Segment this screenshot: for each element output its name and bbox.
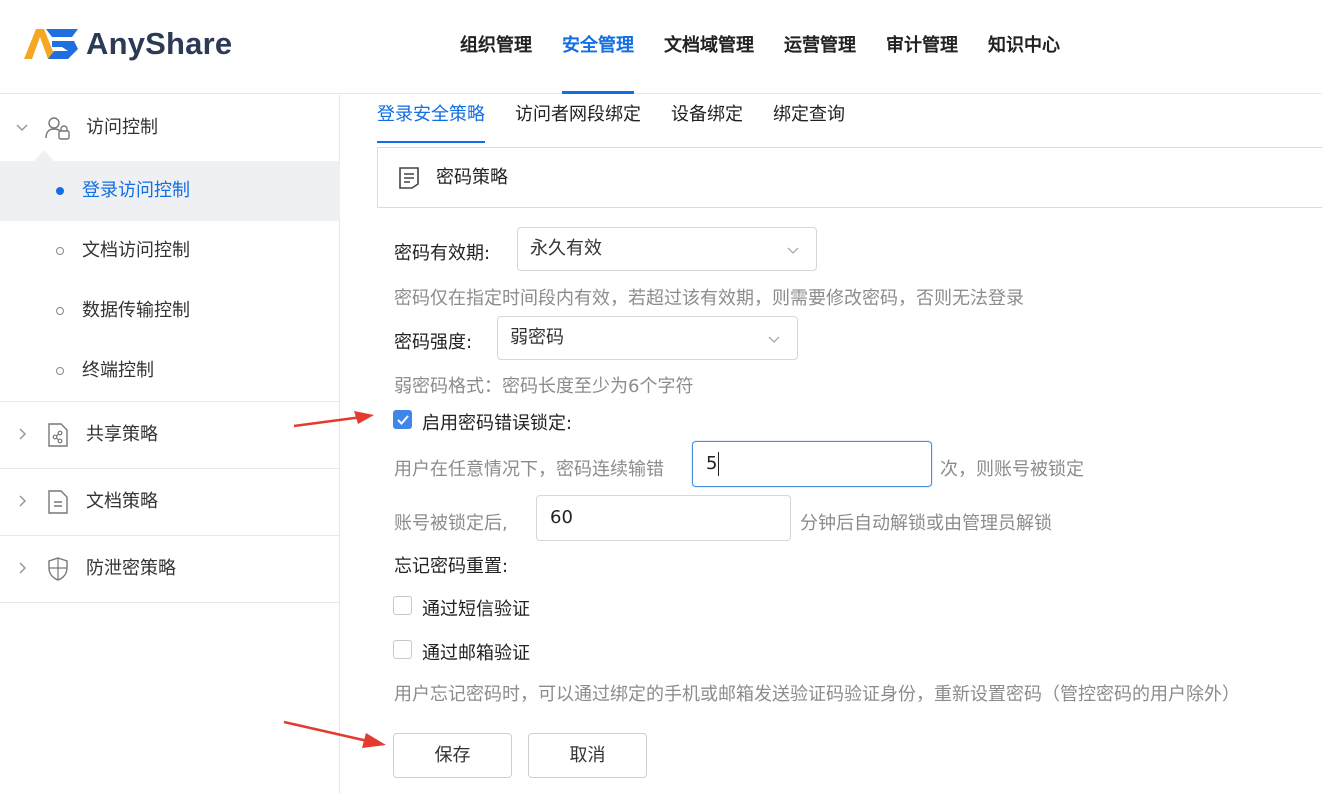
lockout-prefix-text: 用户在任意情况下，密码连续输错 bbox=[394, 459, 664, 480]
strength-select[interactable]: 弱密码 bbox=[497, 316, 798, 360]
share-document-icon bbox=[48, 423, 68, 447]
top-header: AnyShare 组织管理 安全管理 文档域管理 运营管理 审计管理 知识中心 bbox=[0, 0, 1322, 94]
sidebar-group-share-policy: 共享策略 bbox=[0, 402, 340, 469]
validity-hint: 密码仅在指定时间段内有效，若超过该有效期，则需要修改密码，否则无法登录 bbox=[394, 288, 1024, 309]
sidebar-item-data-transfer-control[interactable]: 数据传输控制 bbox=[0, 281, 340, 341]
sidebar-item-terminal-control[interactable]: 终端控制 bbox=[0, 341, 340, 401]
nav-operations-management[interactable]: 运营管理 bbox=[769, 0, 871, 94]
app-name: AnyShare bbox=[86, 26, 233, 61]
strength-hint: 弱密码格式：密码长度至少为6个字符 bbox=[394, 376, 694, 397]
sms-verify-checkbox[interactable] bbox=[393, 596, 412, 615]
sidebar-group-leak-prevention-header[interactable]: 防泄密策略 bbox=[0, 536, 340, 602]
chevron-down-icon bbox=[16, 124, 28, 132]
tab-bar: 登录安全策略 访问者网段绑定 设备绑定 绑定查询 bbox=[377, 95, 875, 143]
bullet-dot bbox=[56, 307, 64, 315]
sidebar-group-access-control: 访问控制 登录访问控制 文档访问控制 数据传输控制 终端控制 bbox=[0, 95, 340, 402]
lockout-label: 启用密码错误锁定: bbox=[422, 413, 573, 434]
sidebar-group-label: 访问控制 bbox=[86, 117, 158, 138]
lockout-suffix-text: 次，则账号被锁定 bbox=[940, 459, 1084, 480]
strength-label: 密码强度: bbox=[394, 332, 473, 353]
sidebar-group-access-control-header[interactable]: 访问控制 bbox=[0, 95, 340, 161]
annotation-arrow-icon bbox=[283, 720, 386, 748]
lockout-checkbox[interactable] bbox=[393, 410, 412, 429]
sidebar-item-label: 数据传输控制 bbox=[82, 300, 190, 321]
unlock-minutes-input[interactable]: 60 bbox=[536, 495, 791, 541]
bullet-dot bbox=[56, 367, 64, 375]
sms-verify-label: 通过短信验证 bbox=[422, 599, 530, 620]
sidebar-group-share-policy-header[interactable]: 共享策略 bbox=[0, 402, 340, 468]
nav-security-management[interactable]: 安全管理 bbox=[547, 0, 649, 94]
validity-label: 密码有效期: bbox=[394, 243, 491, 264]
reset-label: 忘记密码重置: bbox=[394, 556, 509, 577]
app-logo[interactable]: AnyShare bbox=[22, 26, 232, 62]
nav-audit-management[interactable]: 审计管理 bbox=[871, 0, 973, 94]
cancel-button[interactable]: 取消 bbox=[528, 733, 647, 778]
shield-icon bbox=[48, 557, 68, 581]
bullet-dot bbox=[56, 187, 64, 195]
unlock-suffix-text: 分钟后自动解锁或由管理员解锁 bbox=[800, 513, 1052, 534]
sidebar-group-label: 文档策略 bbox=[86, 491, 158, 512]
top-nav: 组织管理 安全管理 文档域管理 运营管理 审计管理 知识中心 bbox=[445, 0, 1075, 94]
list-document-icon bbox=[399, 167, 419, 189]
sidebar-group-leak-prevention: 防泄密策略 bbox=[0, 536, 340, 603]
text-caret bbox=[718, 452, 720, 476]
sidebar-item-label: 终端控制 bbox=[82, 360, 154, 381]
lockout-count-input[interactable]: 5 bbox=[692, 441, 932, 487]
annotation-arrow-icon bbox=[293, 411, 374, 428]
unlock-prefix-text: 账号被锁定后, bbox=[394, 513, 508, 534]
unlock-minutes-value: 60 bbox=[550, 507, 573, 528]
tab-visitor-ip-binding[interactable]: 访问者网段绑定 bbox=[515, 95, 641, 139]
chevron-right-icon bbox=[19, 428, 27, 440]
nav-doc-domain-management[interactable]: 文档域管理 bbox=[649, 0, 769, 94]
sidebar-group-doc-policy-header[interactable]: 文档策略 bbox=[0, 469, 340, 535]
password-policy-header: 密码策略 bbox=[377, 147, 1322, 208]
lockout-count-value: 5 bbox=[706, 453, 718, 474]
panel-title: 密码策略 bbox=[436, 167, 508, 188]
strength-select-value: 弱密码 bbox=[510, 327, 564, 348]
sidebar-item-login-access-control[interactable]: 登录访问控制 bbox=[0, 161, 340, 221]
sidebar-group-label: 防泄密策略 bbox=[86, 558, 176, 579]
checkmark-icon bbox=[397, 415, 409, 425]
sidebar-item-label: 登录访问控制 bbox=[82, 180, 190, 201]
tab-device-binding[interactable]: 设备绑定 bbox=[671, 95, 743, 139]
bullet-dot bbox=[56, 247, 64, 255]
email-verify-checkbox[interactable] bbox=[393, 640, 412, 659]
nav-knowledge-center[interactable]: 知识中心 bbox=[973, 0, 1075, 94]
active-caret bbox=[34, 150, 54, 161]
sidebar: 访问控制 登录访问控制 文档访问控制 数据传输控制 终端控制 共享策略 文档策略… bbox=[0, 95, 340, 794]
document-icon bbox=[48, 490, 68, 514]
sidebar-item-doc-access-control[interactable]: 文档访问控制 bbox=[0, 221, 340, 281]
validity-select[interactable]: 永久有效 bbox=[517, 227, 817, 271]
users-icon bbox=[45, 117, 70, 140]
sidebar-group-label: 共享策略 bbox=[86, 424, 158, 445]
email-verify-label: 通过邮箱验证 bbox=[422, 643, 530, 664]
chevron-down-icon bbox=[787, 247, 799, 254]
sidebar-group-doc-policy: 文档策略 bbox=[0, 469, 340, 536]
chevron-right-icon bbox=[19, 562, 27, 574]
anyshare-logo-icon bbox=[24, 29, 78, 59]
main-content: 登录安全策略 访问者网段绑定 设备绑定 绑定查询 密码策略 密码有效期: 永久有… bbox=[341, 95, 1322, 794]
tab-login-security-policy[interactable]: 登录安全策略 bbox=[377, 95, 485, 143]
save-button[interactable]: 保存 bbox=[393, 733, 512, 778]
tab-binding-query[interactable]: 绑定查询 bbox=[773, 95, 845, 139]
nav-org-management[interactable]: 组织管理 bbox=[445, 0, 547, 94]
chevron-right-icon bbox=[19, 495, 27, 507]
reset-hint: 用户忘记密码时，可以通过绑定的手机或邮箱发送验证码验证身份，重新设置密码（管控密… bbox=[394, 684, 1240, 705]
sidebar-item-label: 文档访问控制 bbox=[82, 240, 190, 261]
validity-select-value: 永久有效 bbox=[530, 238, 602, 259]
chevron-down-icon bbox=[768, 336, 780, 343]
